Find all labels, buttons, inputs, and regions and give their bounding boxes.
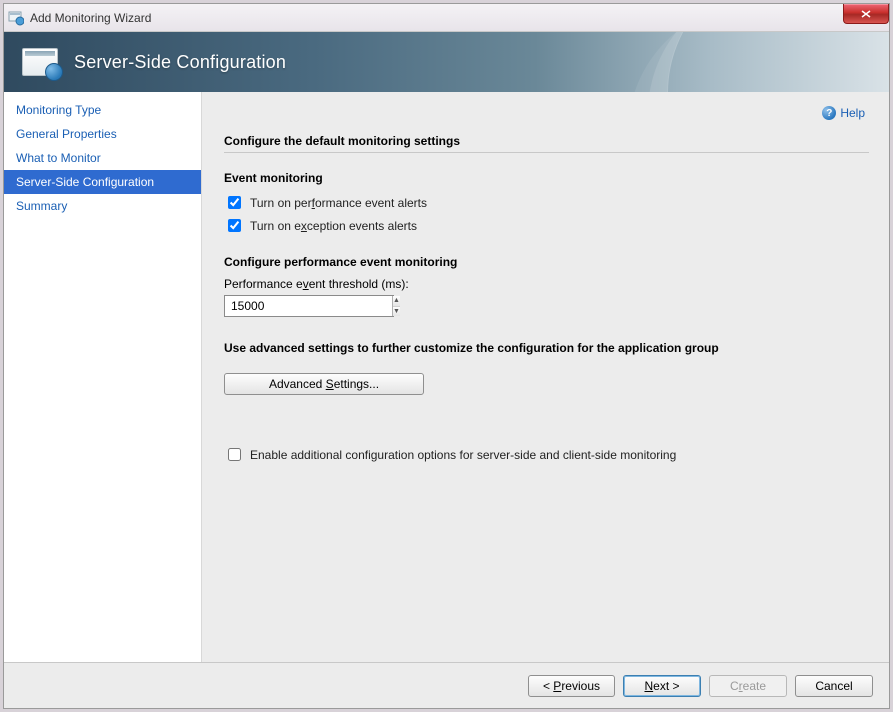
sidebar-item-monitoring-type[interactable]: Monitoring Type	[4, 98, 201, 122]
event-monitoring-heading: Event monitoring	[224, 171, 869, 185]
banner-title: Server-Side Configuration	[74, 52, 286, 73]
enable-additional-checkbox[interactable]	[228, 448, 241, 461]
page-heading: Configure the default monitoring setting…	[224, 134, 869, 153]
help-link[interactable]: ? Help	[822, 106, 865, 120]
exception-alerts-label: Turn on exception events alerts	[250, 219, 417, 233]
create-button: Create	[709, 675, 787, 697]
perf-config-heading: Configure performance event monitoring	[224, 255, 869, 269]
footer: < Previous Next > Create Cancel	[4, 662, 889, 708]
help-icon: ?	[822, 106, 836, 120]
app-icon	[8, 10, 24, 26]
threshold-spin-down[interactable]: ▼	[393, 307, 400, 317]
threshold-input[interactable]	[225, 296, 392, 316]
wizard-window: Add Monitoring Wizard Server-Side Config…	[3, 3, 890, 709]
sidebar-item-summary[interactable]: Summary	[4, 194, 201, 218]
enable-additional-label: Enable additional configuration options …	[250, 448, 676, 462]
body: Monitoring Type General Properties What …	[4, 92, 889, 662]
help-label: Help	[840, 106, 865, 120]
threshold-spin-up[interactable]: ▲	[393, 296, 400, 307]
close-button[interactable]	[843, 4, 889, 24]
exception-alerts-checkbox[interactable]	[228, 219, 241, 232]
sidebar: Monitoring Type General Properties What …	[4, 92, 202, 662]
window-title: Add Monitoring Wizard	[30, 11, 151, 25]
advanced-heading: Use advanced settings to further customi…	[224, 341, 869, 355]
titlebar: Add Monitoring Wizard	[4, 4, 889, 32]
threshold-spinbox: ▲ ▼	[224, 295, 394, 317]
sidebar-item-what-to-monitor[interactable]: What to Monitor	[4, 146, 201, 170]
next-button[interactable]: Next >	[623, 675, 701, 697]
banner: Server-Side Configuration	[4, 32, 889, 92]
perf-alerts-label: Turn on performance event alerts	[250, 196, 427, 210]
sidebar-item-general-properties[interactable]: General Properties	[4, 122, 201, 146]
banner-icon	[22, 48, 58, 76]
sidebar-item-server-side-configuration[interactable]: Server-Side Configuration	[4, 170, 201, 194]
threshold-label: Performance event threshold (ms):	[224, 277, 869, 291]
cancel-button[interactable]: Cancel	[795, 675, 873, 697]
main-panel: ? Help Configure the default monitoring …	[202, 92, 889, 662]
perf-alerts-checkbox[interactable]	[228, 196, 241, 209]
advanced-settings-button[interactable]: Advanced Settings...	[224, 373, 424, 395]
previous-button[interactable]: < Previous	[528, 675, 615, 697]
